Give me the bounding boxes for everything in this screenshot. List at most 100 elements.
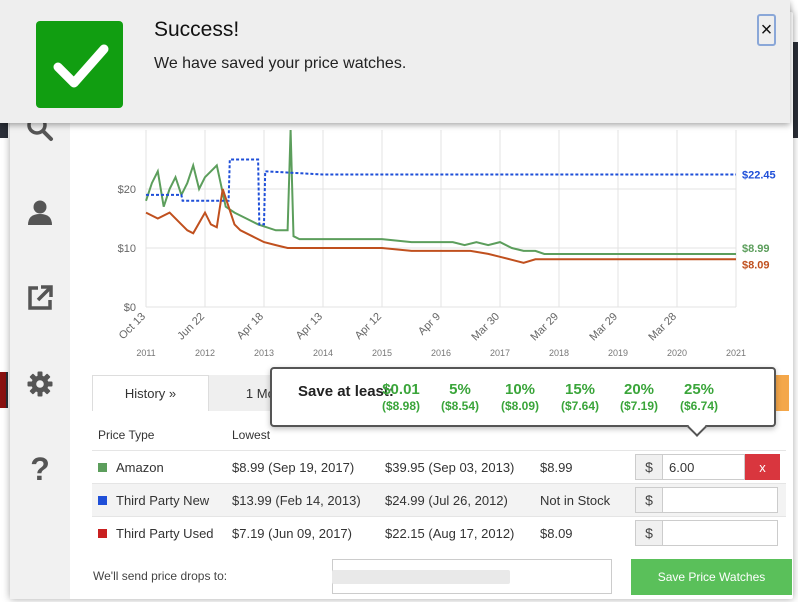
- background-red-strip: [0, 372, 6, 408]
- y-tick-label: $10: [118, 243, 136, 255]
- x-tick-label: Apr 9: [416, 311, 443, 338]
- success-notification: Success! We have saved your price watche…: [0, 0, 790, 123]
- x-year-label: 2016: [431, 348, 451, 358]
- notification-title: Success!: [154, 18, 240, 41]
- currency-symbol: $: [635, 454, 663, 480]
- save-option-price: ($7.64): [560, 399, 600, 413]
- x-tick-label: Apr 18: [235, 311, 266, 342]
- highest-price-cell: $24.99 (Jul 26, 2012): [385, 492, 508, 508]
- x-tick-label: Mar 29: [528, 311, 561, 344]
- save-option-amount: 20%: [623, 381, 655, 398]
- highest-price-cell: $22.15 (Aug 17, 2012): [385, 525, 515, 541]
- x-tick-label: Mar 28: [646, 311, 679, 344]
- x-year-label: 2011: [136, 348, 155, 358]
- y-tick-label: $20: [118, 184, 136, 196]
- save-price-watches-button[interactable]: Save Price Watches: [631, 559, 792, 595]
- lowest-price-cell: $8.99 (Sep 19, 2017): [232, 459, 355, 475]
- x-year-label: 2015: [372, 348, 392, 358]
- chart-grid: [145, 130, 737, 308]
- save-option[interactable]: 5% ($8.54): [430, 381, 490, 413]
- price-type-cell: Third Party New: [92, 493, 232, 508]
- email-value-redacted: [332, 570, 510, 584]
- current-price-cell: Not in Stock: [540, 492, 611, 508]
- save-option[interactable]: 10% ($8.09): [490, 381, 550, 413]
- header-price-type: Price Type: [98, 428, 155, 442]
- x-tick-label: Jun 22: [175, 311, 207, 343]
- x-year-label: 2021: [726, 348, 746, 358]
- current-price-cell: $8.09: [540, 525, 573, 541]
- x-tick-label: Oct 13: [117, 311, 148, 342]
- save-option-price: ($8.98): [381, 399, 421, 413]
- close-button[interactable]: ×: [757, 14, 776, 46]
- save-option-amount: $0.01: [382, 381, 420, 398]
- price-type-cell: Amazon: [92, 460, 232, 475]
- series-color-swatch: [98, 495, 107, 505]
- x-year-label: 2019: [608, 348, 628, 358]
- series-end-label: $8.09: [742, 259, 770, 271]
- watch-price-input[interactable]: [663, 520, 778, 546]
- save-option-price: ($8.54): [440, 399, 480, 413]
- user-icon[interactable]: [24, 196, 56, 228]
- x-year-label: 2020: [667, 348, 687, 358]
- lowest-price-cell: $7.19 (Jun 09, 2017): [232, 525, 352, 541]
- watch-price-cell: $: [635, 487, 785, 513]
- x-tick-label: Mar 29: [587, 311, 620, 344]
- watch-price-input[interactable]: [663, 454, 745, 480]
- price-type-cell: Third Party Used: [92, 526, 232, 541]
- price-type-label: Third Party Used: [116, 525, 214, 541]
- save-option-amount: 10%: [504, 381, 536, 398]
- save-option-amount: 5%: [449, 381, 471, 398]
- notification-message: We have saved your price watches.: [154, 55, 407, 72]
- series-color-swatch: [98, 462, 107, 472]
- chart-x-axis: Oct 13 2011 Jun 22 2012 Apr 18 2013 Apr 13 2014…: [117, 311, 746, 358]
- save-option-amount: 15%: [564, 381, 596, 398]
- save-option[interactable]: 20% ($7.19): [609, 381, 669, 413]
- save-option-amount: 25%: [683, 381, 715, 398]
- tab-history[interactable]: History »: [92, 375, 209, 411]
- save-option[interactable]: 15% ($7.64): [550, 381, 610, 413]
- table-row: Third Party New $13.99 (Feb 14, 2013) $24.…: [92, 483, 786, 516]
- price-type-label: Amazon: [116, 459, 164, 475]
- checkmark-icon: [36, 21, 123, 108]
- y-tick-label: $0: [124, 302, 136, 314]
- save-option-price: ($7.19): [619, 399, 659, 413]
- x-tick-label: Apr 12: [353, 311, 384, 342]
- chart-end-labels: $22.45 $8.99 $8.09: [742, 170, 776, 272]
- x-year-label: 2018: [549, 348, 569, 358]
- watch-price-cell: $x: [635, 454, 785, 480]
- x-year-label: 2017: [490, 348, 510, 358]
- gear-icon[interactable]: [24, 368, 56, 400]
- save-option[interactable]: 25% ($6.74): [669, 381, 729, 413]
- x-year-label: 2013: [254, 348, 274, 358]
- currency-symbol: $: [635, 520, 663, 546]
- chart-y-axis: $0 $10 $20: [118, 184, 136, 314]
- lowest-price-cell: $13.99 (Feb 14, 2013): [232, 492, 361, 508]
- email-label: We'll send price drops to:: [93, 569, 228, 583]
- series-color-swatch: [98, 528, 107, 538]
- x-year-label: 2014: [313, 348, 333, 358]
- watch-price-input[interactable]: [663, 487, 778, 513]
- price-watch-table: Price Type Lowest Amazon $8.99 (Sep 19, 2…: [92, 420, 786, 549]
- series-end-label: $22.45: [742, 170, 776, 182]
- current-price-cell: $8.99: [540, 459, 573, 475]
- save-at-least-popup: Save at least: $0.01 ($8.98) 5% ($8.54) 10%(…: [270, 367, 776, 437]
- save-option[interactable]: $0.01 ($8.98): [371, 381, 431, 413]
- external-link-icon[interactable]: [24, 282, 56, 314]
- x-tick-label: Mar 30: [469, 311, 502, 344]
- tab-history-label: History »: [124, 386, 177, 401]
- header-lowest: Lowest: [232, 428, 271, 442]
- currency-symbol: $: [635, 487, 663, 513]
- x-tick-label: Apr 13: [294, 311, 325, 342]
- clear-watch-button[interactable]: x: [745, 454, 780, 480]
- svg-text:?: ?: [30, 454, 50, 486]
- help-icon[interactable]: ?: [24, 454, 56, 486]
- price-history-chart: $0 $10 $20 Oct 13 2011 Jun 22 2012 Apr 18 2013 A…: [117, 129, 776, 358]
- table-row: Third Party Used $7.19 (Jun 09, 2017) $22.…: [92, 516, 786, 549]
- price-type-label: Third Party New: [116, 492, 210, 508]
- highest-price-cell: $39.95 (Sep 03, 2013): [385, 459, 515, 475]
- series-end-label: $8.99: [742, 243, 770, 255]
- save-option-price: ($6.74): [679, 399, 719, 413]
- table-row: Amazon $8.99 (Sep 19, 2017) $39.95 (Sep 03…: [92, 450, 786, 483]
- save-option-price: ($8.09): [500, 399, 540, 413]
- watch-price-cell: $: [635, 520, 785, 546]
